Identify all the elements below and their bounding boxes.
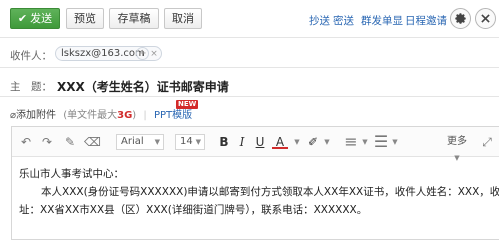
recipient-address: lskszx@163.com xyxy=(61,48,145,59)
close-compose-button[interactable] xyxy=(475,8,496,29)
divider xyxy=(0,37,499,38)
checkmark-icon: ✔ xyxy=(17,12,28,25)
separator: | xyxy=(143,110,147,121)
editor-toolbar: ↶ ↷ ✎ ⌫ Arial ▼ 14 ▼ B I U A ▼ ✐ ▼ ≡ ▼ ☰ ▼… xyxy=(12,127,499,162)
chevron-down-icon: ▼ xyxy=(195,138,201,146)
font-family-select[interactable]: Arial ▼ xyxy=(116,134,164,150)
chevron-down-icon: ▼ xyxy=(154,138,160,146)
eraser-icon[interactable]: ⌫ xyxy=(84,134,101,150)
chevron-down-icon[interactable]: ▼ xyxy=(293,134,301,150)
add-attachment-link[interactable]: 添加附件 xyxy=(16,110,56,121)
underline-icon[interactable]: U xyxy=(252,134,268,150)
align-left-icon[interactable]: ≡ xyxy=(343,134,359,150)
chevron-down-icon[interactable]: ▼ xyxy=(391,134,399,150)
list-icon[interactable]: ☰ xyxy=(373,134,389,150)
cancel-button[interactable]: 取消 xyxy=(164,8,202,29)
cc-link[interactable]: 抄送 xyxy=(309,13,330,28)
brush-icon[interactable]: ✎ xyxy=(62,134,78,150)
fullscreen-icon[interactable]: ⤢ xyxy=(479,134,495,150)
send-label: 发送 xyxy=(30,12,53,25)
close-icon xyxy=(481,14,490,23)
compose-toolbar: ✔ 发送 预览 存草稿 取消 抄送 密送 群发单显 日程邀请 xyxy=(0,0,499,36)
chevron-down-icon[interactable]: ▼ xyxy=(323,134,331,150)
body-line: 乐山市人事考试中心： xyxy=(19,168,124,180)
preview-button[interactable]: 预览 xyxy=(66,8,104,29)
bold-icon[interactable]: B xyxy=(216,134,232,150)
divider xyxy=(0,96,499,97)
new-badge: NEW xyxy=(176,100,199,109)
add-recipient-button[interactable]: + xyxy=(136,47,149,60)
highlight-icon[interactable]: ✐ xyxy=(305,134,321,150)
remove-recipient-icon[interactable]: × xyxy=(150,48,158,61)
body-line: 址：XX省XX市XX县（区）XXX(详细街道门牌号），联系电话：XXXXXX。 xyxy=(19,204,368,216)
chevron-down-icon[interactable]: ▼ xyxy=(361,134,369,150)
settings-button[interactable] xyxy=(450,8,471,29)
attachment-limit-suffix: ) xyxy=(132,110,137,121)
font-family-value: Arial xyxy=(121,136,144,147)
subject-input[interactable]: XXX（考生姓名）证书邮寄申请 xyxy=(57,78,229,95)
recipient-label: 收件人： xyxy=(10,50,52,62)
more-options-button[interactable]: 更多 ▼ xyxy=(444,134,470,162)
font-size-value: 14 xyxy=(180,136,193,147)
bcc-link[interactable]: 密送 xyxy=(333,13,354,28)
attachment-limit-prefix: (单文件最大 xyxy=(63,110,118,121)
body-line: 本人XXX(身份证号码XXXXXX)申请以邮寄到付方式领取本人XX年XX证书，收… xyxy=(41,186,499,198)
save-draft-button[interactable]: 存草稿 xyxy=(109,8,159,29)
more-label: 更多 xyxy=(447,136,467,147)
attachment-limit-value: 3G xyxy=(117,110,133,121)
schedule-invite-link[interactable]: 日程邀请 xyxy=(405,13,447,28)
subject-label: 主 题： xyxy=(10,81,52,93)
gear-icon xyxy=(455,13,466,24)
ppt-template-link[interactable]: PPT模版 xyxy=(154,110,192,121)
mail-editor: ↶ ↷ ✎ ⌫ Arial ▼ 14 ▼ B I U A ▼ ✐ ▼ ≡ ▼ ☰ ▼… xyxy=(11,126,499,240)
send-button[interactable]: ✔ 发送 xyxy=(10,8,60,29)
mail-body[interactable]: 乐山市人事考试中心： 本人XXX(身份证号码XXXXXX)申请以邮寄到付方式领取… xyxy=(19,165,499,219)
divider xyxy=(0,67,499,68)
text-color-icon[interactable]: A xyxy=(272,134,288,150)
font-size-select[interactable]: 14 ▼ xyxy=(175,134,205,150)
separate-send-link[interactable]: 群发单显 xyxy=(361,13,403,28)
redo-icon[interactable]: ↷ xyxy=(39,134,55,150)
italic-icon[interactable]: I xyxy=(234,134,250,150)
undo-icon[interactable]: ↶ xyxy=(18,134,34,150)
attachment-row: ⌀添加附件 (单文件最大3G) | PPT模版 xyxy=(10,106,192,121)
